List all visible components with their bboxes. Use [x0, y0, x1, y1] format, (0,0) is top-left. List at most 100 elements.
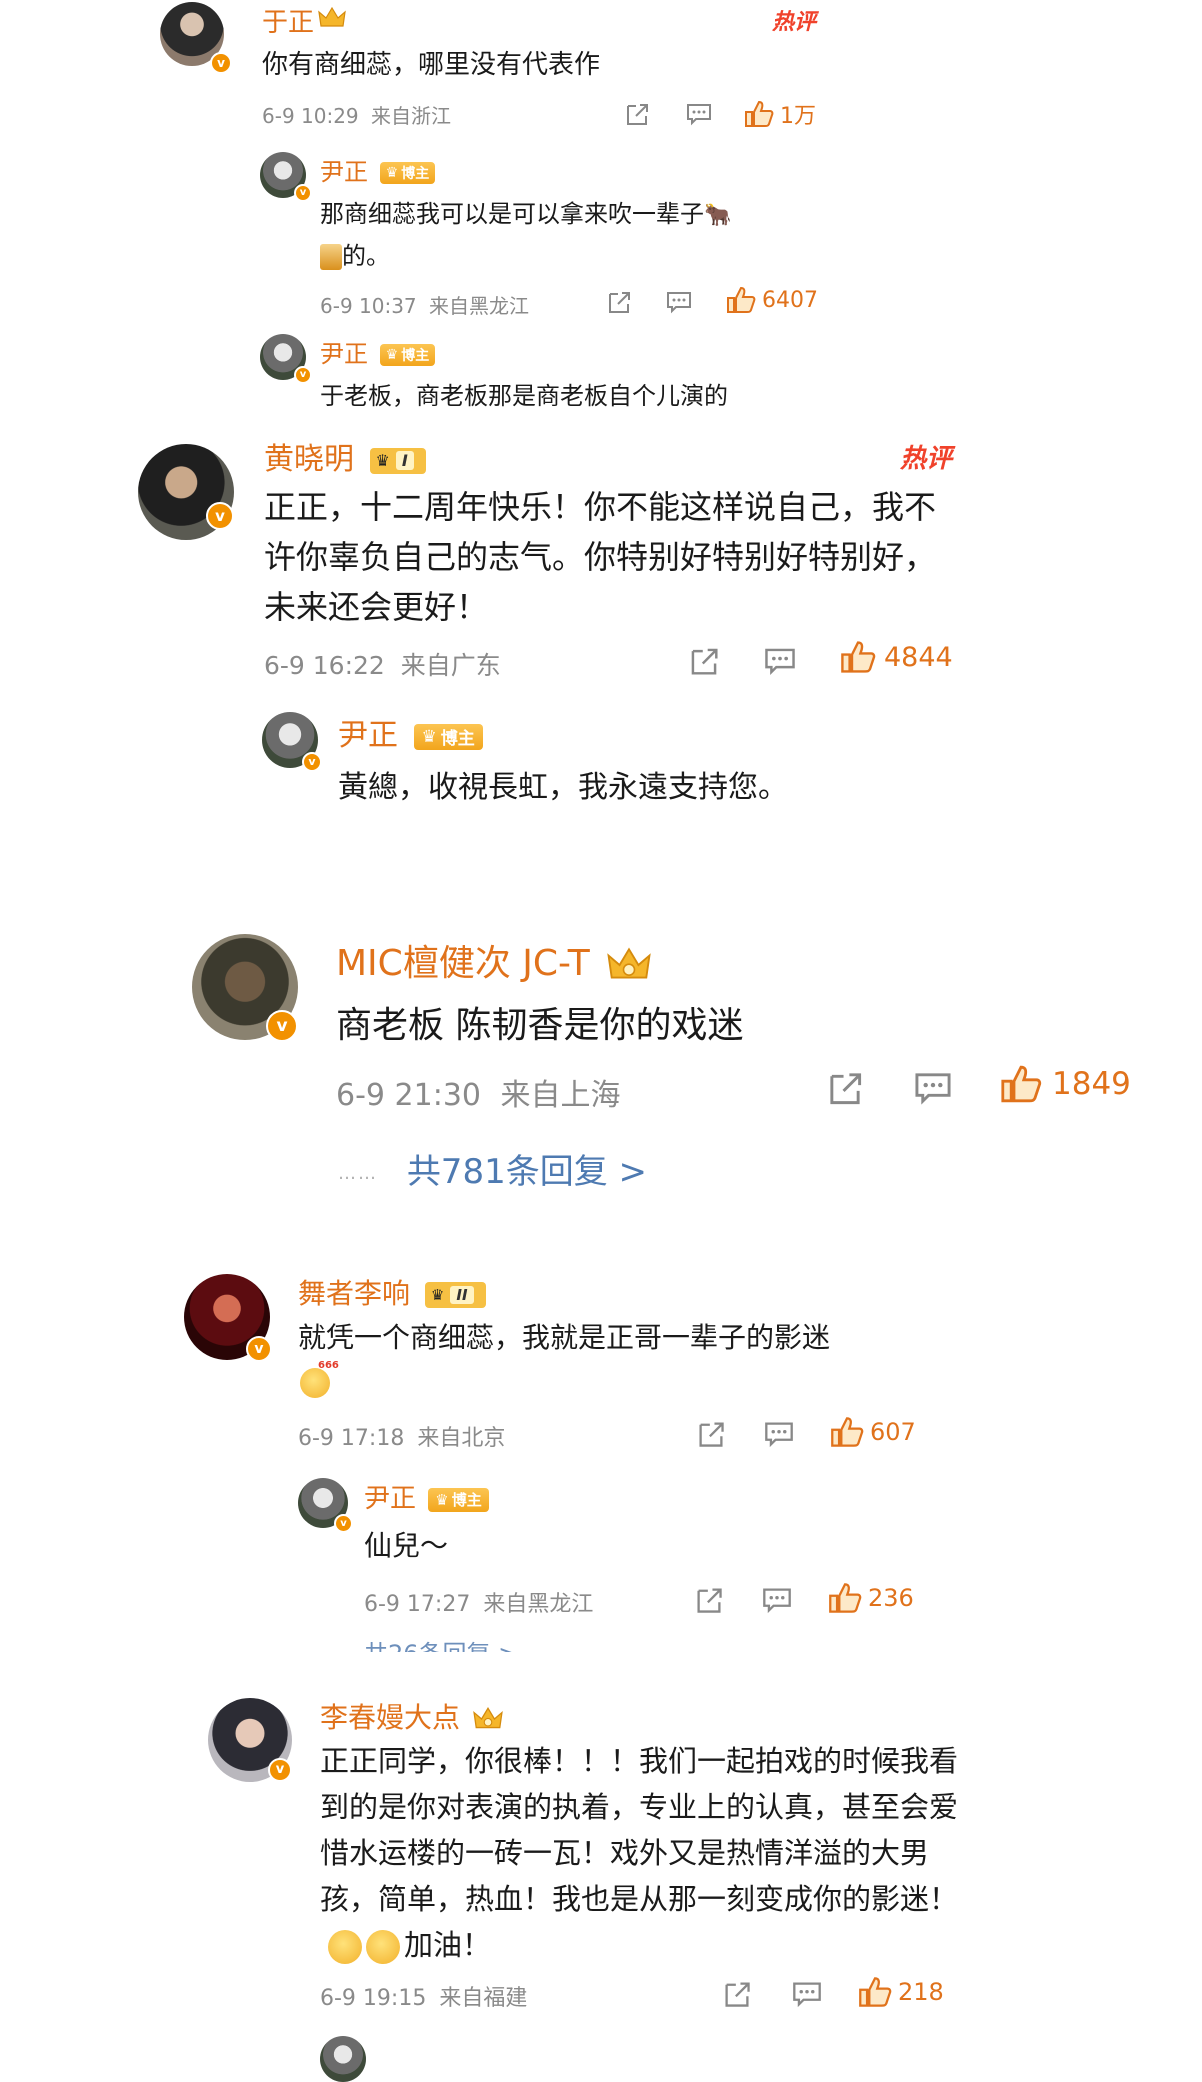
- share-icon[interactable]: [826, 1070, 864, 1106]
- like-count: 236: [868, 1584, 914, 1612]
- comment-time: 6-9 19:15: [320, 1986, 427, 2011]
- crown-icon: [607, 947, 651, 979]
- share-icon[interactable]: [696, 1420, 726, 1448]
- more-replies-link[interactable]: …… 共781条回复 >: [338, 1144, 647, 1193]
- beer-emoji-icon: [320, 244, 342, 270]
- comment-item: v 黄晓明 ♛ I 热评 正正，十二周年快乐！你不能这样说自己，我不许你辜负自己的…: [0, 420, 1202, 840]
- verified-icon: v: [246, 1336, 272, 1362]
- like-button[interactable]: 236: [828, 1582, 914, 1614]
- comment-icon[interactable]: [762, 1586, 792, 1614]
- share-icon[interactable]: [688, 646, 720, 676]
- level-badge: ♛ II: [424, 1282, 486, 1308]
- comment-icon[interactable]: [764, 1420, 794, 1448]
- blogger-badge: ♛ 博主: [428, 1487, 489, 1512]
- comment-location: 来自浙江: [371, 104, 452, 128]
- verified-icon: v: [268, 1758, 292, 1782]
- comment-time: 6-9 17:18: [298, 1426, 405, 1451]
- reply-text: 黃總，收視長虹，我永遠支持您。: [338, 770, 788, 805]
- username[interactable]: 李春嫚大点: [320, 1696, 503, 1736]
- comment-item: v 于正 热评 你有商细蕊，哪里没有代表作 6-9 10:29 来自浙江 1万 …: [0, 0, 1202, 420]
- verified-icon: v: [206, 502, 234, 530]
- username[interactable]: MIC檀健次 JC-T: [336, 934, 651, 986]
- comment-icon[interactable]: [914, 1070, 952, 1106]
- more-replies-clip: 共26条回复 >: [364, 1638, 664, 1652]
- verified-icon: v: [294, 184, 312, 202]
- crown-icon: [473, 1707, 503, 1729]
- username[interactable]: 尹正 ♛ 博主: [338, 710, 483, 754]
- share-icon[interactable]: [722, 1980, 752, 2008]
- thumbs-up-icon: [727, 286, 756, 313]
- like-count: 218: [898, 1978, 944, 2006]
- like-button[interactable]: 607: [830, 1416, 916, 1448]
- blush-emoji-icon: [366, 1930, 400, 1964]
- comment-time: 6-9 21:30: [336, 1078, 481, 1113]
- hot-comment-label: 热评: [900, 444, 953, 474]
- reply-text: 仙兒～: [364, 1529, 449, 1562]
- comment-text: 正正，十二周年快乐！你不能这样说自己，我不许你辜负自己的志气。你特别好特别好特别…: [264, 488, 937, 626]
- username[interactable]: 尹正 ♛ 博主: [320, 334, 436, 369]
- verified-icon: v: [294, 366, 312, 384]
- crown-icon: ♛: [375, 451, 390, 470]
- comment-location: 来自广东: [400, 651, 501, 680]
- like-count: 1万: [780, 104, 816, 129]
- comment-meta: 6-9 17:18 来自北京: [298, 1420, 505, 1452]
- reply-time: 6-9 17:27: [364, 1592, 471, 1617]
- comment-meta: 6-9 16:22 来自广东: [264, 646, 501, 682]
- comment-icon[interactable]: [686, 102, 712, 126]
- crown-icon: ♛: [430, 1286, 445, 1304]
- comment-location: 来自北京: [417, 1426, 506, 1451]
- verified-icon: v: [334, 1514, 353, 1533]
- reply-location: 来自黑龙江: [429, 294, 530, 318]
- emoji-666-icon: 666: [300, 1360, 339, 1398]
- share-icon[interactable]: [606, 290, 632, 314]
- comment-time: 6-9 10:29: [262, 104, 359, 128]
- reply-text: 那商细蕊我可以是可以拿来吹一辈子🐂 的。: [320, 200, 732, 270]
- username[interactable]: 尹正 ♛ 博主: [364, 1478, 489, 1515]
- avatar[interactable]: [320, 2036, 366, 2082]
- like-button[interactable]: 1万: [744, 98, 816, 130]
- username[interactable]: 于正: [262, 2, 314, 39]
- blogger-badge: ♛ 博主: [379, 344, 436, 366]
- reply-meta: 6-9 10:37 来自黑龙江: [320, 290, 529, 319]
- level-badge: ♛ I: [369, 447, 426, 474]
- comment-text: 商老板 陈韧香是你的戏迷: [336, 1005, 744, 1046]
- comment-icon[interactable]: [792, 1980, 822, 2008]
- thumbs-up-icon: [831, 1417, 864, 1447]
- crown-icon: [318, 6, 346, 27]
- comment-meta: 6-9 19:15 来自福建: [320, 1980, 527, 2012]
- blogger-badge: ♛ 博主: [413, 723, 483, 750]
- like-count: 1849: [1052, 1066, 1131, 1102]
- thumbs-up-icon: [745, 100, 774, 127]
- comment-meta: 6-9 10:29 来自浙江: [262, 100, 451, 129]
- comment-location: 来自福建: [439, 1986, 528, 2011]
- username[interactable]: 尹正 ♛ 博主: [320, 152, 436, 187]
- comment-text: 你有商细蕊，哪里没有代表作: [262, 50, 601, 80]
- share-icon[interactable]: [694, 1586, 724, 1614]
- like-count: 4844: [884, 641, 953, 673]
- reply-location: 来自黑龙江: [483, 1592, 594, 1617]
- like-button[interactable]: 6407: [726, 286, 818, 314]
- bull-emoji-icon: 🐂: [704, 203, 732, 228]
- verified-icon: v: [210, 52, 232, 74]
- comment-icon[interactable]: [764, 646, 796, 676]
- more-replies-link[interactable]: 共26条回复 >: [364, 1638, 518, 1652]
- username[interactable]: 黄晓明 ♛ I: [264, 434, 426, 478]
- verified-icon: v: [302, 752, 322, 772]
- username[interactable]: 舞者李响 ♛ II: [298, 1272, 486, 1312]
- like-count: 607: [870, 1418, 916, 1446]
- like-button[interactable]: 1849: [1000, 1064, 1131, 1104]
- blogger-badge: ♛ 博主: [379, 162, 436, 184]
- comment-item: v 舞者李响 ♛ II 就凭一个商细蕊，我就是正哥一辈子的影迷 666 6-9 1…: [0, 1260, 1202, 1670]
- comment-meta: 6-9 21:30 来自上海: [336, 1070, 621, 1114]
- comment-icon[interactable]: [666, 290, 692, 314]
- reply-meta: 6-9 17:27 来自黑龙江: [364, 1586, 593, 1618]
- comment-text: 就凭一个商细蕊，我就是正哥一辈子的影迷: [298, 1321, 831, 1354]
- thumbs-up-icon: [1001, 1065, 1042, 1103]
- like-button[interactable]: 4844: [840, 640, 953, 674]
- share-icon[interactable]: [624, 102, 650, 126]
- thumbs-up-icon: [829, 1583, 862, 1613]
- like-button[interactable]: 218: [858, 1976, 944, 2008]
- reply-time: 6-9 10:37: [320, 294, 417, 318]
- comment-time: 6-9 16:22: [264, 651, 385, 680]
- blush-emoji-icon: [328, 1930, 362, 1964]
